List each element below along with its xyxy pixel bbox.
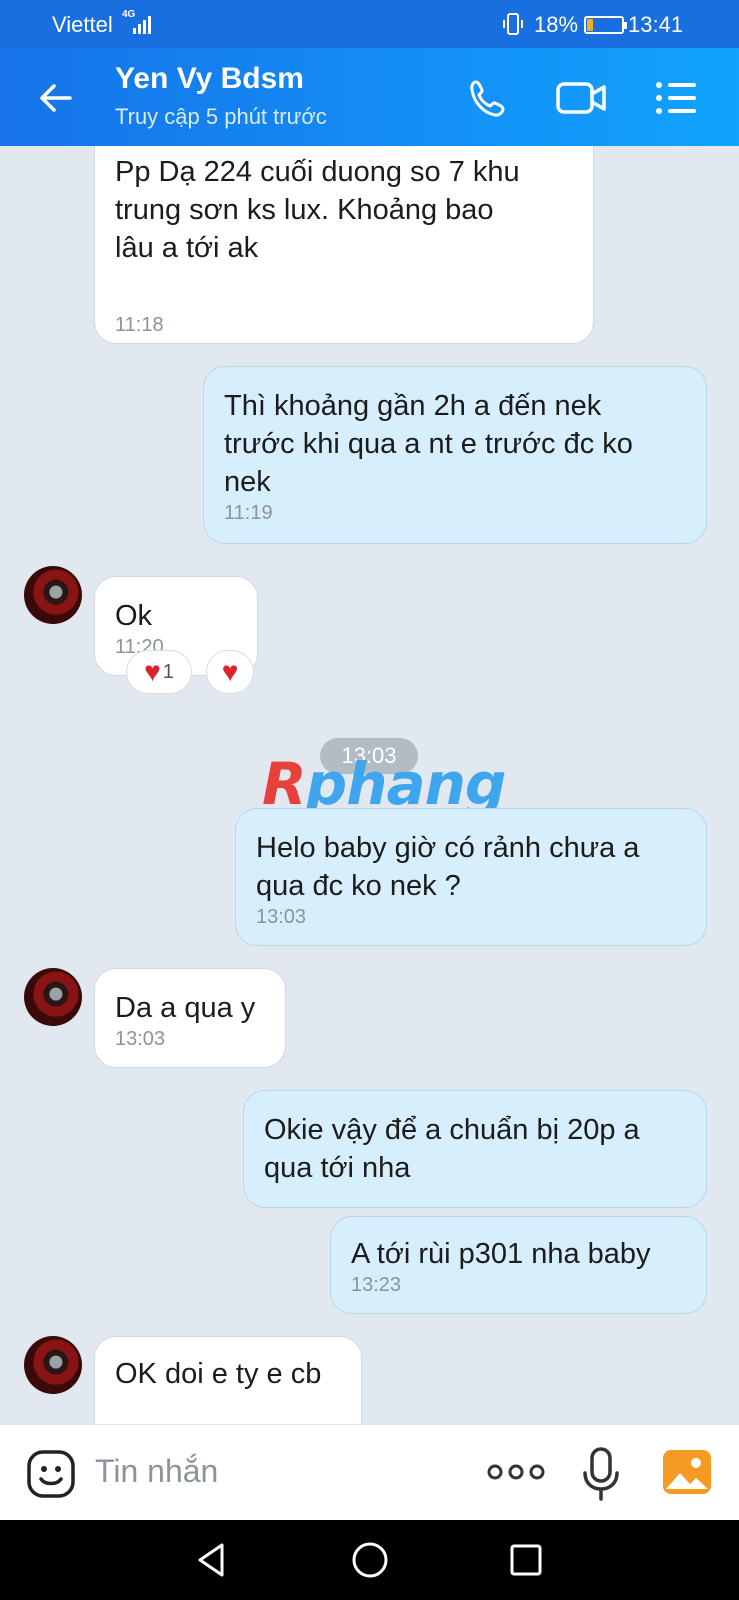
message-bubble-incoming[interactable]: Pp Dạ 224 cuối duong so 7 khu trung sơn … <box>94 146 594 344</box>
back-triangle-icon[interactable] <box>192 1540 232 1580</box>
heart-icon: ♥ <box>144 656 161 687</box>
message-text-line: Helo baby giờ có rảnh chưa a <box>256 832 640 864</box>
video-call-icon[interactable] <box>556 76 608 120</box>
message-bubble-outgoing[interactable]: Okie vậy để a chuẩn bị 20p a qua tới nha <box>243 1090 707 1208</box>
message-bubble-outgoing[interactable]: A tới rùi p301 nha baby 13:23 <box>330 1216 707 1314</box>
back-arrow-icon[interactable] <box>36 78 76 118</box>
last-seen-status: Truy cập 5 phút trước <box>115 104 327 129</box>
message-time: 11:19 <box>224 502 273 524</box>
message-text-line: Da a qua y <box>115 992 256 1024</box>
reaction-count: 1 <box>162 660 174 683</box>
battery-percent: 18% <box>534 12 579 37</box>
message-text-line: qua đc ko nek ? <box>256 870 461 902</box>
carrier-label: Viettel <box>52 12 113 37</box>
recent-apps-icon[interactable] <box>506 1540 546 1580</box>
menu-list-icon[interactable] <box>654 76 700 120</box>
heart-icon: ♥ <box>221 656 239 687</box>
message-input[interactable]: Tin nhắn <box>95 1453 218 1490</box>
reaction-badge[interactable]: ♥ 1 <box>126 650 192 694</box>
phone-icon[interactable] <box>466 76 512 120</box>
message-bubble-outgoing[interactable]: Thì khoảng gần 2h a đến nek trước khi qu… <box>203 366 707 544</box>
battery-icon <box>584 16 627 34</box>
message-text-line: Thì khoảng gần 2h a đến nek <box>224 390 602 422</box>
status-bar: Viettel 4G 18% 13:41 <box>0 0 739 48</box>
message-list[interactable]: Pp Dạ 224 cuối duong so 7 khu trung sơn … <box>0 146 739 1424</box>
gallery-icon[interactable] <box>662 1449 712 1495</box>
message-time: 13:03 <box>115 1028 166 1050</box>
more-options-icon[interactable] <box>487 1459 545 1485</box>
avatar[interactable] <box>24 968 82 1026</box>
message-text-line: Ok <box>115 600 153 632</box>
system-navigation-bar <box>0 1520 739 1600</box>
message-text-line: trước khi qua a nt e trước đc ko <box>224 428 633 460</box>
message-bubble-incoming[interactable]: Da a qua y 13:03 <box>94 968 286 1068</box>
avatar[interactable] <box>24 566 82 624</box>
message-text-line: lâu a tới ak <box>115 232 259 264</box>
contact-name[interactable]: Yen Vy Bdsm <box>115 62 304 96</box>
message-bubble-incoming[interactable]: OK doi e ty e cb <box>94 1336 362 1424</box>
message-time: 13:23 <box>351 1274 402 1296</box>
message-time: 11:18 <box>115 314 164 336</box>
microphone-icon[interactable] <box>580 1447 622 1501</box>
message-text-line: Okie vậy để a chuẩn bị 20p a <box>264 1114 640 1146</box>
vibrate-icon <box>503 13 523 35</box>
message-text-line: A tới rùi p301 nha baby <box>351 1238 651 1270</box>
clock: 13:41 <box>628 12 684 37</box>
avatar[interactable] <box>24 1336 82 1394</box>
add-reaction-button[interactable]: ♥ <box>206 650 254 694</box>
message-time: 13:03 <box>256 906 307 928</box>
signal-icon <box>133 16 151 34</box>
message-text-line: nek <box>224 466 271 498</box>
home-circle-icon[interactable] <box>350 1540 390 1580</box>
message-bubble-outgoing[interactable]: Helo baby giờ có rảnh chưa a qua đc ko n… <box>235 808 707 946</box>
message-text-line: trung sơn ks lux. Khoảng bao <box>115 194 494 226</box>
chat-header: Yen Vy Bdsm Truy cập 5 phút trước <box>0 48 739 146</box>
message-text-line: OK doi e ty e cb <box>115 1358 322 1390</box>
message-input-bar: Tin nhắn <box>0 1424 739 1520</box>
emoji-icon[interactable] <box>26 1449 76 1499</box>
message-text-line: Pp Dạ 224 cuối duong so 7 khu <box>115 156 520 188</box>
message-text-line: qua tới nha <box>264 1152 411 1184</box>
